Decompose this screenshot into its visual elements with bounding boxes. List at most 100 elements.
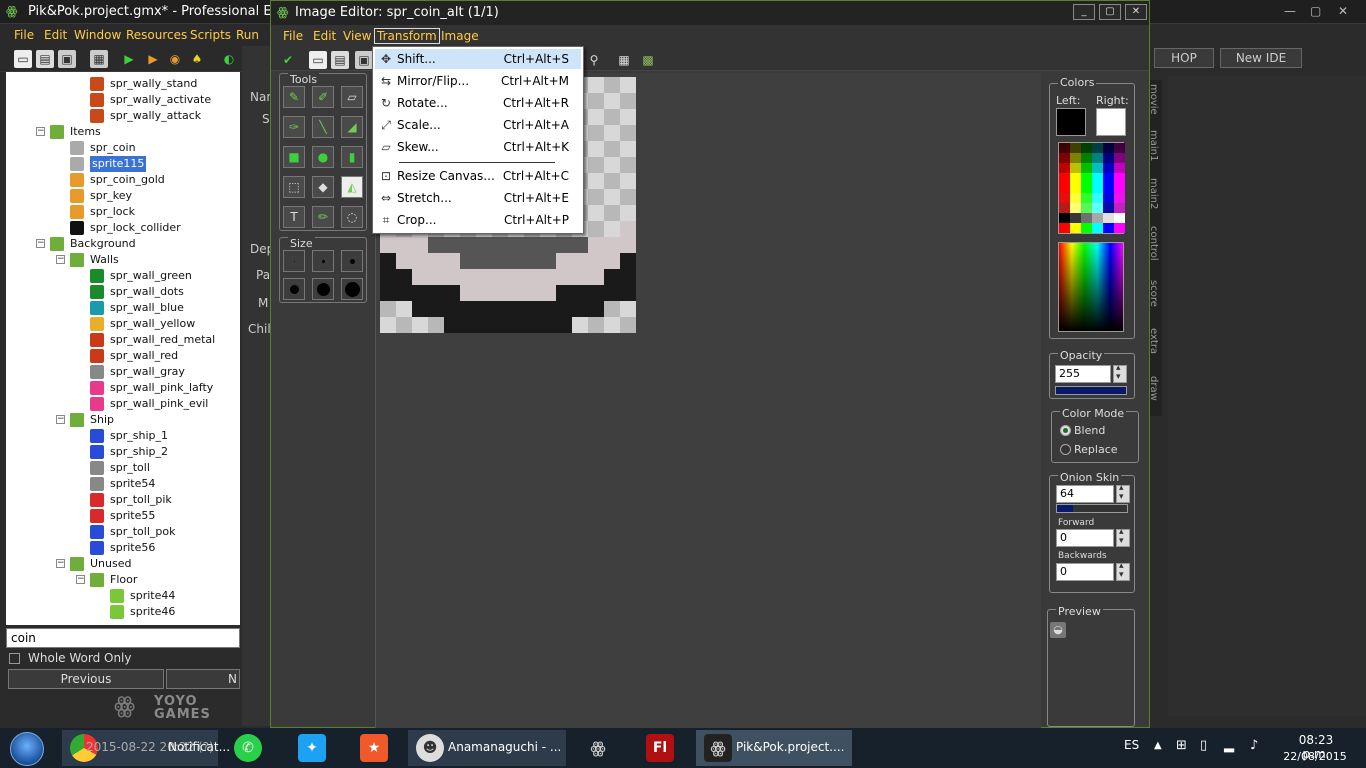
sprite-pixel[interactable] bbox=[428, 317, 444, 333]
sprite-pixel[interactable] bbox=[604, 173, 620, 189]
palette-swatch[interactable] bbox=[1114, 223, 1125, 233]
sprite-pixel[interactable] bbox=[540, 285, 556, 301]
menu-window[interactable]: Window bbox=[74, 28, 121, 42]
palette-swatch[interactable] bbox=[1092, 193, 1103, 203]
size-3-button[interactable] bbox=[341, 250, 363, 272]
sprite-pixel[interactable] bbox=[508, 317, 524, 333]
sprite-pixel[interactable] bbox=[620, 77, 636, 93]
menu-item-mirror-flip[interactable]: ⇆ Mirror/Flip... Ctrl+Alt+M bbox=[375, 71, 581, 91]
sprite-pixel[interactable] bbox=[588, 189, 604, 205]
sprite-pixel[interactable] bbox=[540, 317, 556, 333]
menu-view[interactable]: View bbox=[343, 29, 371, 43]
sprite-pixel[interactable] bbox=[588, 141, 604, 157]
palette-swatch[interactable] bbox=[1070, 203, 1081, 213]
magic-wand-icon[interactable]: ◭ bbox=[341, 176, 363, 198]
sprite-pixel[interactable] bbox=[556, 253, 572, 269]
new-ide-button[interactable]: New IDE bbox=[1220, 48, 1302, 68]
tree-expander-icon[interactable]: − bbox=[56, 415, 65, 424]
save-icon[interactable]: ▣ bbox=[58, 50, 76, 68]
palette-swatch[interactable] bbox=[1103, 223, 1114, 233]
backwards-input[interactable]: 0 bbox=[1056, 563, 1114, 581]
sprite-pixel[interactable] bbox=[604, 109, 620, 125]
sprite-pixel[interactable] bbox=[524, 317, 540, 333]
palette-swatch[interactable] bbox=[1103, 173, 1114, 183]
sprite-pixel[interactable] bbox=[412, 253, 428, 269]
sprite-pixel[interactable] bbox=[508, 285, 524, 301]
opacity-input[interactable]: 255 bbox=[1055, 365, 1111, 383]
battery-icon[interactable]: ▯ bbox=[1200, 738, 1207, 753]
fill-icon[interactable]: ◆ bbox=[312, 176, 334, 198]
palette-swatch[interactable] bbox=[1059, 143, 1070, 153]
pencil-icon[interactable]: ✎ bbox=[283, 86, 305, 108]
palette-swatch[interactable] bbox=[1092, 153, 1103, 163]
spray-icon[interactable]: ✐ bbox=[312, 86, 334, 108]
sprite-pixel[interactable] bbox=[540, 301, 556, 317]
sprite-pixel[interactable] bbox=[476, 269, 492, 285]
sprite-pixel[interactable] bbox=[396, 285, 412, 301]
sprite-pixel[interactable] bbox=[508, 253, 524, 269]
sprite-pixel[interactable] bbox=[588, 157, 604, 173]
stop-icon[interactable]: ◉ bbox=[166, 50, 184, 68]
minimize-icon[interactable]: — bbox=[1284, 4, 1296, 18]
sprite-pixel[interactable] bbox=[460, 301, 476, 317]
volume-icon[interactable]: ♪ bbox=[1250, 738, 1258, 753]
hop-button[interactable]: HOP bbox=[1154, 48, 1214, 68]
palette-swatch[interactable] bbox=[1092, 143, 1103, 153]
taskbar-gamemaker[interactable]: ꙮ bbox=[574, 730, 624, 766]
onion-bar[interactable] bbox=[1056, 504, 1128, 513]
menu-edit[interactable]: Edit bbox=[44, 28, 67, 42]
palette-swatch[interactable] bbox=[1059, 183, 1070, 193]
sprite-pixel[interactable] bbox=[460, 317, 476, 333]
palette-swatch[interactable] bbox=[1059, 223, 1070, 233]
next-button[interactable]: N bbox=[166, 669, 240, 689]
sprite-pixel[interactable] bbox=[540, 253, 556, 269]
sprite-pixel[interactable] bbox=[620, 141, 636, 157]
menu-image[interactable]: Image bbox=[441, 29, 479, 43]
menu-item-scale[interactable]: ⤢ Scale... Ctrl+Alt+A bbox=[375, 115, 581, 135]
palette-swatch[interactable] bbox=[1114, 163, 1125, 173]
forward-input[interactable]: 0 bbox=[1056, 529, 1114, 547]
sprite-pixel[interactable] bbox=[588, 93, 604, 109]
sprite-pixel[interactable] bbox=[540, 269, 556, 285]
lasso-icon[interactable]: ◌ bbox=[341, 206, 363, 228]
menu-file[interactable]: File bbox=[283, 29, 303, 43]
sprite-pixel[interactable] bbox=[444, 237, 460, 253]
palette-swatch[interactable] bbox=[1092, 213, 1103, 223]
sprite-pixel[interactable] bbox=[588, 317, 604, 333]
sprite-pixel[interactable] bbox=[476, 253, 492, 269]
taskbar-music[interactable]: ☻ Anamanaguchi - ... bbox=[408, 730, 566, 766]
sprite-pixel[interactable] bbox=[396, 317, 412, 333]
backwards-spinner[interactable] bbox=[1116, 561, 1130, 581]
maximize-icon[interactable]: ▢ bbox=[1099, 4, 1121, 20]
taskbar-bookmark[interactable]: ★ bbox=[350, 730, 400, 766]
sprite-pixel[interactable] bbox=[492, 301, 508, 317]
sprite-pixel[interactable] bbox=[588, 173, 604, 189]
size-4-button[interactable] bbox=[283, 278, 305, 300]
sprite-pixel[interactable] bbox=[620, 125, 636, 141]
sprite-pixel[interactable] bbox=[588, 221, 604, 237]
palette-swatch[interactable] bbox=[1081, 193, 1092, 203]
tray-arrow-icon[interactable]: ▲ bbox=[1154, 740, 1162, 751]
run-icon[interactable]: ▶ bbox=[120, 50, 138, 68]
sprite-pixel[interactable] bbox=[604, 317, 620, 333]
network-icon[interactable]: ▂ bbox=[1224, 738, 1234, 753]
menu-item-rotate[interactable]: ↻ Rotate... Ctrl+Alt+R bbox=[375, 93, 581, 113]
palette-swatch[interactable] bbox=[1081, 223, 1092, 233]
sprite-pixel[interactable] bbox=[620, 189, 636, 205]
sprite-pixel[interactable] bbox=[412, 301, 428, 317]
sprite-pixel[interactable] bbox=[524, 285, 540, 301]
sprite-pixel[interactable] bbox=[588, 301, 604, 317]
open-icon[interactable]: ▤ bbox=[36, 50, 54, 68]
size-1-button[interactable] bbox=[283, 250, 305, 272]
forward-spinner[interactable] bbox=[1116, 527, 1130, 547]
palette-swatch[interactable] bbox=[1092, 163, 1103, 173]
sprite-pixel[interactable] bbox=[380, 301, 396, 317]
sprite-pixel[interactable] bbox=[492, 253, 508, 269]
sprite-pixel[interactable] bbox=[604, 93, 620, 109]
sprite-pixel[interactable] bbox=[508, 237, 524, 253]
palette-swatch[interactable] bbox=[1114, 193, 1125, 203]
palette-swatch[interactable] bbox=[1103, 193, 1114, 203]
sprite-pixel[interactable] bbox=[572, 317, 588, 333]
taskbar-flash[interactable]: Fl bbox=[636, 730, 686, 766]
maximize-icon[interactable]: ▢ bbox=[1310, 4, 1321, 18]
